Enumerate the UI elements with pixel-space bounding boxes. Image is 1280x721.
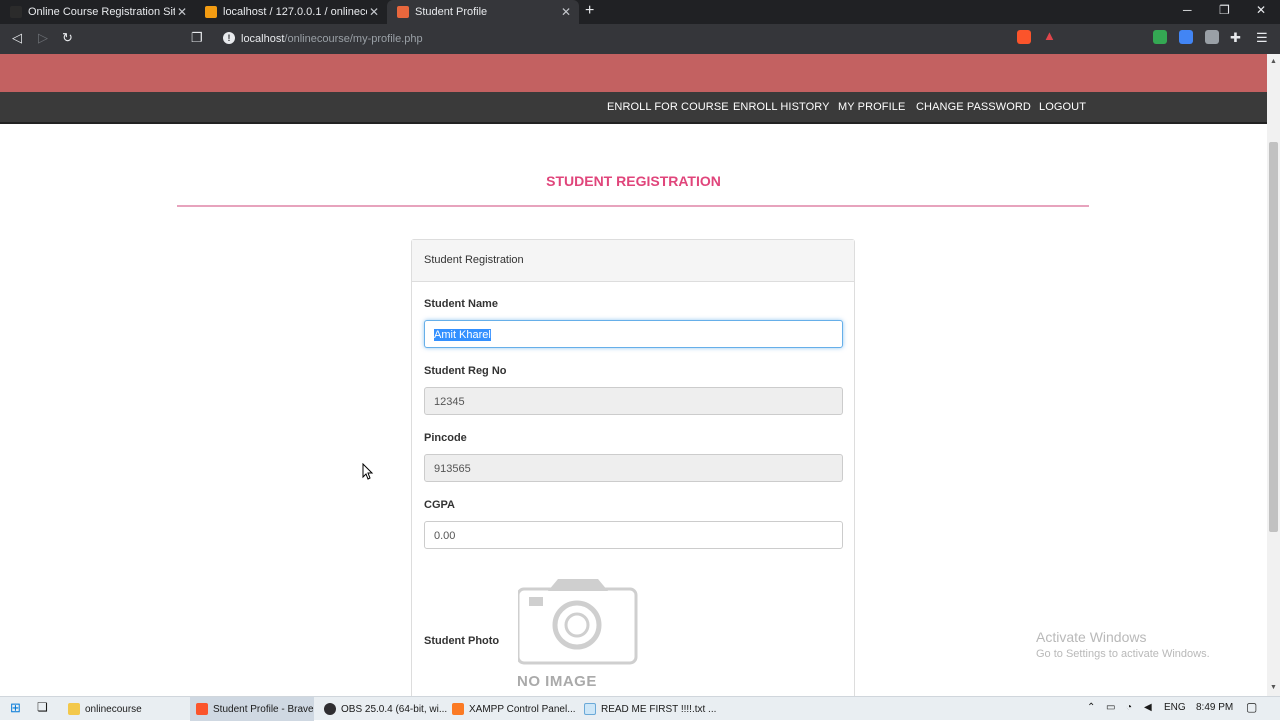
- tab-title: Online Course Registration Site Us: [28, 6, 175, 18]
- minimize-icon[interactable]: ─: [1183, 3, 1192, 17]
- brave-browser-icon: [196, 703, 208, 715]
- restore-icon[interactable]: ❐: [1219, 3, 1230, 17]
- activate-windows-watermark: Activate Windows: [1036, 629, 1147, 645]
- taskbar-item-label: onlinecourse: [85, 703, 142, 715]
- student-reg-no-input[interactable]: 12345: [424, 387, 843, 415]
- taskbar-item[interactable]: onlinecourse: [62, 697, 186, 721]
- activate-windows-subtext: Go to Settings to activate Windows.: [1036, 648, 1210, 660]
- student-photo-label: Student Photo: [424, 635, 500, 647]
- extension-icon[interactable]: [1153, 30, 1167, 44]
- scrollbar-thumb[interactable]: [1269, 142, 1278, 532]
- scroll-up-arrow-icon[interactable]: ▲: [1270, 58, 1277, 65]
- new-tab-icon[interactable]: +: [585, 2, 594, 20]
- registration-panel: Student Registration Student Name Amit K…: [411, 239, 855, 696]
- nav-logout[interactable]: LOGOUT: [1039, 101, 1086, 113]
- url-text: localhost/onlinecourse/my-profile.php: [241, 33, 423, 45]
- student-name-value: Amit Kharel: [434, 329, 491, 341]
- site-favicon-icon: [10, 6, 22, 18]
- taskbar-item-active[interactable]: Student Profile - Brave: [190, 697, 314, 721]
- close-tab-icon[interactable]: ✕: [559, 5, 573, 19]
- windows-start-icon[interactable]: ⊞: [10, 700, 21, 716]
- cgpa-label: CGPA: [424, 499, 455, 511]
- nav-enroll-for-course[interactable]: ENROLL FOR COURSE: [607, 101, 729, 113]
- taskbar-item[interactable]: XAMPP Control Panel...: [446, 697, 576, 721]
- title-divider: [177, 205, 1089, 207]
- language-indicator[interactable]: ENG: [1164, 702, 1186, 713]
- windows-taskbar: ⊞ ❏ onlinecourse Student Profile - Brave…: [0, 696, 1280, 721]
- address-bar[interactable]: ! localhost/onlinecourse/my-profile.php: [215, 28, 1065, 50]
- nav-my-profile[interactable]: MY PROFILE: [838, 101, 905, 113]
- close-window-icon[interactable]: ✕: [1256, 3, 1266, 17]
- xampp-icon: [452, 703, 464, 715]
- mouse-cursor-icon: [362, 463, 374, 480]
- volume-icon[interactable]: ◀: [1144, 702, 1152, 713]
- task-view-icon[interactable]: ❏: [37, 700, 48, 714]
- battery-icon[interactable]: ▭: [1106, 702, 1115, 713]
- brave-rewards-icon[interactable]: ▲: [1043, 28, 1057, 43]
- browser-toolbar: ◁ ▷ ↻ ❐ ! localhost/onlinecourse/my-prof…: [0, 24, 1280, 54]
- back-icon[interactable]: ◁: [12, 30, 22, 46]
- taskbar-item-label: READ ME FIRST !!!!.txt ...: [601, 703, 717, 715]
- browser-tab[interactable]: localhost / 127.0.0.1 / onlinecourse ✕: [195, 0, 387, 24]
- translate-extension-icon[interactable]: [1179, 30, 1193, 44]
- page-favicon-icon: [397, 6, 409, 18]
- main-navbar: ENROLL FOR COURSE ENROLL HISTORY MY PROF…: [0, 92, 1267, 124]
- header-band: [0, 54, 1267, 92]
- bookmark-icon[interactable]: ❐: [191, 30, 203, 46]
- page-scrollbar[interactable]: ▲ ▼: [1267, 54, 1280, 696]
- obs-icon: [324, 703, 336, 715]
- network-icon[interactable]: ◔: [1126, 702, 1132, 713]
- student-name-label: Student Name: [424, 298, 498, 310]
- taskbar-item[interactable]: READ ME FIRST !!!!.txt ...: [578, 697, 716, 721]
- browser-tab-active[interactable]: Student Profile ✕: [387, 0, 579, 24]
- site-info-icon[interactable]: !: [223, 32, 235, 44]
- taskbar-item[interactable]: OBS 25.0.4 (64-bit, wi...: [318, 697, 447, 721]
- taskbar-item-label: XAMPP Control Panel...: [469, 703, 576, 715]
- browser-tab[interactable]: Online Course Registration Site Us ✕: [0, 0, 195, 24]
- pincode-input[interactable]: 913565: [424, 454, 843, 482]
- menu-icon[interactable]: ☰: [1256, 30, 1268, 46]
- phpmyadmin-favicon-icon: [205, 6, 217, 18]
- scroll-down-arrow-icon[interactable]: ▼: [1270, 684, 1277, 691]
- show-hidden-icons-icon[interactable]: ⌃: [1087, 702, 1095, 713]
- clock[interactable]: 8:49 PM: [1196, 702, 1233, 713]
- student-reg-no-label: Student Reg No: [424, 365, 507, 377]
- notification-icon[interactable]: ▢: [1246, 700, 1257, 714]
- browser-tab-strip: Online Course Registration Site Us ✕ loc…: [0, 0, 1280, 24]
- extension-icon[interactable]: [1205, 30, 1219, 44]
- camera-placeholder-icon: [518, 579, 638, 665]
- extensions-puzzle-icon[interactable]: ✚: [1230, 30, 1241, 46]
- close-tab-icon[interactable]: ✕: [175, 5, 189, 19]
- reload-icon[interactable]: ↻: [62, 30, 73, 46]
- forward-icon[interactable]: ▷: [38, 30, 48, 46]
- cgpa-input[interactable]: 0.00: [424, 521, 843, 549]
- folder-icon: [68, 703, 80, 715]
- tab-title: Student Profile: [415, 6, 488, 18]
- student-name-input[interactable]: Amit Kharel: [424, 320, 843, 348]
- taskbar-item-label: Student Profile - Brave: [213, 703, 314, 715]
- taskbar-item-label: OBS 25.0.4 (64-bit, wi...: [341, 703, 448, 715]
- panel-heading: Student Registration: [412, 240, 854, 282]
- brave-shields-icon[interactable]: [1017, 30, 1031, 44]
- no-image-text: NO IMAGE: [517, 673, 597, 690]
- pincode-label: Pincode: [424, 432, 467, 444]
- nav-change-password[interactable]: CHANGE PASSWORD: [916, 101, 1031, 113]
- page-title: STUDENT REGISTRATION: [546, 173, 721, 189]
- notepad-icon: [584, 703, 596, 715]
- nav-enroll-history[interactable]: ENROLL HISTORY: [733, 101, 830, 113]
- page-content: ENROLL FOR COURSE ENROLL HISTORY MY PROF…: [0, 54, 1267, 696]
- close-tab-icon[interactable]: ✕: [367, 5, 381, 19]
- tab-title: localhost / 127.0.0.1 / onlinecourse: [223, 6, 367, 18]
